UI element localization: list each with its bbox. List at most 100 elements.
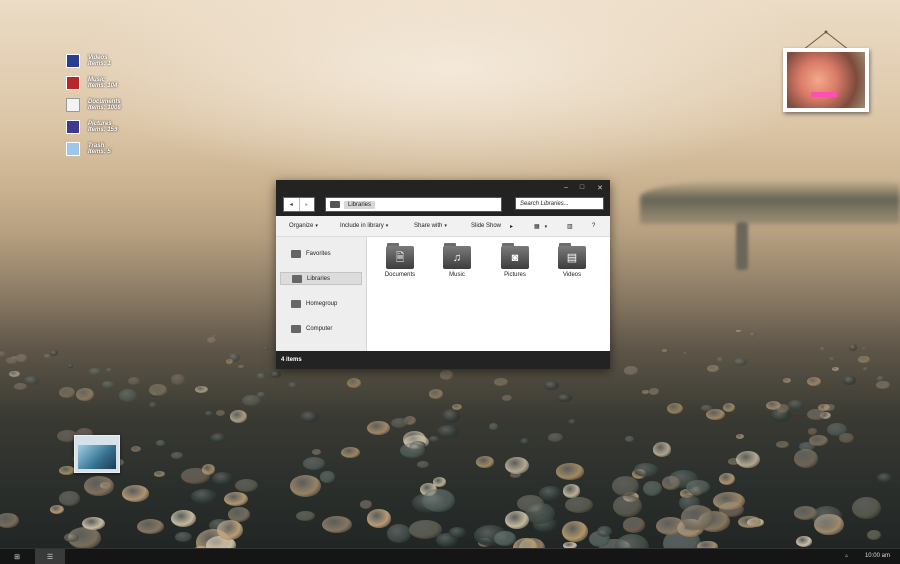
pebble: [666, 402, 683, 414]
desktop-icons: Videos Items: 1 Music Items: 104 Documents…: [66, 50, 121, 160]
desktop-icon-documents[interactable]: Documents Items: 1008: [66, 94, 121, 116]
documents-icon: [66, 98, 80, 112]
library-music[interactable]: ♫ Music: [438, 243, 476, 278]
back-button[interactable]: ◂: [284, 198, 299, 211]
address-bar[interactable]: Libraries: [325, 197, 502, 212]
pebble: [122, 485, 150, 502]
nav-item-libraries[interactable]: Libraries: [280, 272, 362, 285]
desktop-icon-music[interactable]: Music Items: 104: [66, 72, 121, 94]
pebble: [204, 410, 214, 417]
pebble: [341, 446, 361, 458]
pebble: [814, 513, 844, 536]
pebble: [106, 368, 112, 373]
photo-band: [811, 92, 837, 97]
pebble: [832, 367, 839, 372]
slide-show-button[interactable]: Slide Show: [471, 223, 501, 229]
desktop-icon-videos[interactable]: Videos Items: 1: [66, 50, 121, 72]
desktop-icon-trash[interactable]: Trash Items: 5: [66, 138, 121, 160]
pebble: [155, 440, 165, 447]
desktop-photo-thumbnail[interactable]: [74, 435, 120, 473]
trash-icon: [66, 142, 80, 156]
close-button[interactable]: ✕: [594, 184, 606, 192]
pebble: [322, 515, 353, 533]
more-commands-button[interactable]: ▸: [510, 223, 513, 230]
include-in-library-menu[interactable]: Include in library ▾: [340, 223, 388, 229]
pebble: [862, 366, 869, 371]
pebble: [257, 373, 266, 379]
chevron-down-icon: ▾: [444, 223, 447, 229]
pebble: [738, 515, 761, 529]
pebble: [718, 473, 735, 486]
pebble: [6, 357, 19, 365]
pebble: [83, 476, 114, 497]
pebble: [717, 357, 724, 362]
pebble: [766, 401, 781, 411]
pebble: [838, 432, 854, 443]
library-pictures[interactable]: ◙ Pictures: [496, 243, 534, 278]
pebble: [367, 420, 391, 435]
view-options-button[interactable]: ▦ ▾: [534, 223, 547, 230]
pebble: [149, 383, 167, 396]
pebble: [843, 375, 856, 386]
preview-pane-button[interactable]: ▥: [567, 223, 573, 230]
tray-arrow-icon[interactable]: ▵: [845, 552, 848, 559]
pebble: [130, 445, 141, 453]
pebble: [877, 473, 893, 483]
pebble: [642, 481, 662, 496]
pebble: [735, 433, 744, 439]
maximize-button[interactable]: □: [576, 184, 588, 191]
pebble: [808, 428, 817, 435]
explorer-window: – □ ✕ ◂ ▸ Libraries Search Libraries... …: [276, 180, 610, 369]
pebble: [475, 456, 494, 468]
help-button[interactable]: ?: [592, 223, 595, 229]
nav-item-homegroup[interactable]: Homegroup: [280, 297, 362, 310]
organize-menu[interactable]: Organize ▾: [289, 223, 318, 229]
clock[interactable]: 10:00 am: [865, 553, 890, 559]
pebble: [194, 385, 208, 394]
pebble: [748, 331, 756, 338]
pebble: [876, 376, 884, 381]
pebble: [596, 525, 613, 538]
window-body: Favorites Libraries Homegroup Computer 🗎…: [276, 237, 610, 351]
share-with-menu[interactable]: Share with ▾: [414, 223, 447, 229]
pebble: [561, 520, 589, 542]
taskbar-explorer-button[interactable]: ☰: [35, 549, 65, 564]
nav-item-favorites[interactable]: Favorites: [280, 247, 362, 260]
pebble: [689, 485, 703, 496]
folder-icon: [330, 201, 340, 208]
pebble: [346, 377, 361, 388]
pebble: [238, 364, 245, 369]
pebble: [624, 366, 638, 375]
search-input[interactable]: Search Libraries...: [515, 197, 604, 210]
pebble: [504, 511, 529, 530]
pebble: [848, 343, 858, 351]
library-documents[interactable]: 🗎 Documents: [381, 243, 419, 278]
pebble: [642, 390, 649, 395]
pebble: [50, 349, 59, 356]
minimize-button[interactable]: –: [560, 184, 572, 191]
breadcrumb-libraries[interactable]: Libraries: [344, 200, 376, 209]
desktop-icon-pictures[interactable]: Pictures Items: 159: [66, 116, 121, 138]
documents-folder-icon: 🗎: [386, 243, 414, 269]
chevron-down-icon: ▾: [544, 224, 548, 230]
forward-button[interactable]: ▸: [298, 198, 315, 211]
pebble: [502, 394, 512, 402]
title-bar[interactable]: – □ ✕ ◂ ▸ Libraries Search Libraries...: [276, 180, 610, 216]
photo-frame-widget[interactable]: [783, 48, 869, 112]
chevron-down-icon: ▾: [385, 223, 389, 229]
pebble: [287, 381, 298, 389]
start-button[interactable]: ⊞: [2, 549, 32, 564]
pebble: [858, 355, 870, 364]
pebble: [683, 351, 688, 355]
nav-item-computer[interactable]: Computer: [280, 322, 362, 335]
homegroup-icon: [291, 299, 301, 308]
pebble: [13, 382, 27, 391]
pebble: [49, 505, 64, 515]
computer-icon: [291, 324, 301, 333]
library-videos[interactable]: ▤ Videos: [553, 243, 591, 278]
chevron-down-icon: ▾: [315, 223, 318, 229]
pebble: [806, 408, 826, 421]
pebble: [9, 370, 21, 378]
pebble: [44, 354, 51, 358]
pebble: [706, 408, 725, 420]
